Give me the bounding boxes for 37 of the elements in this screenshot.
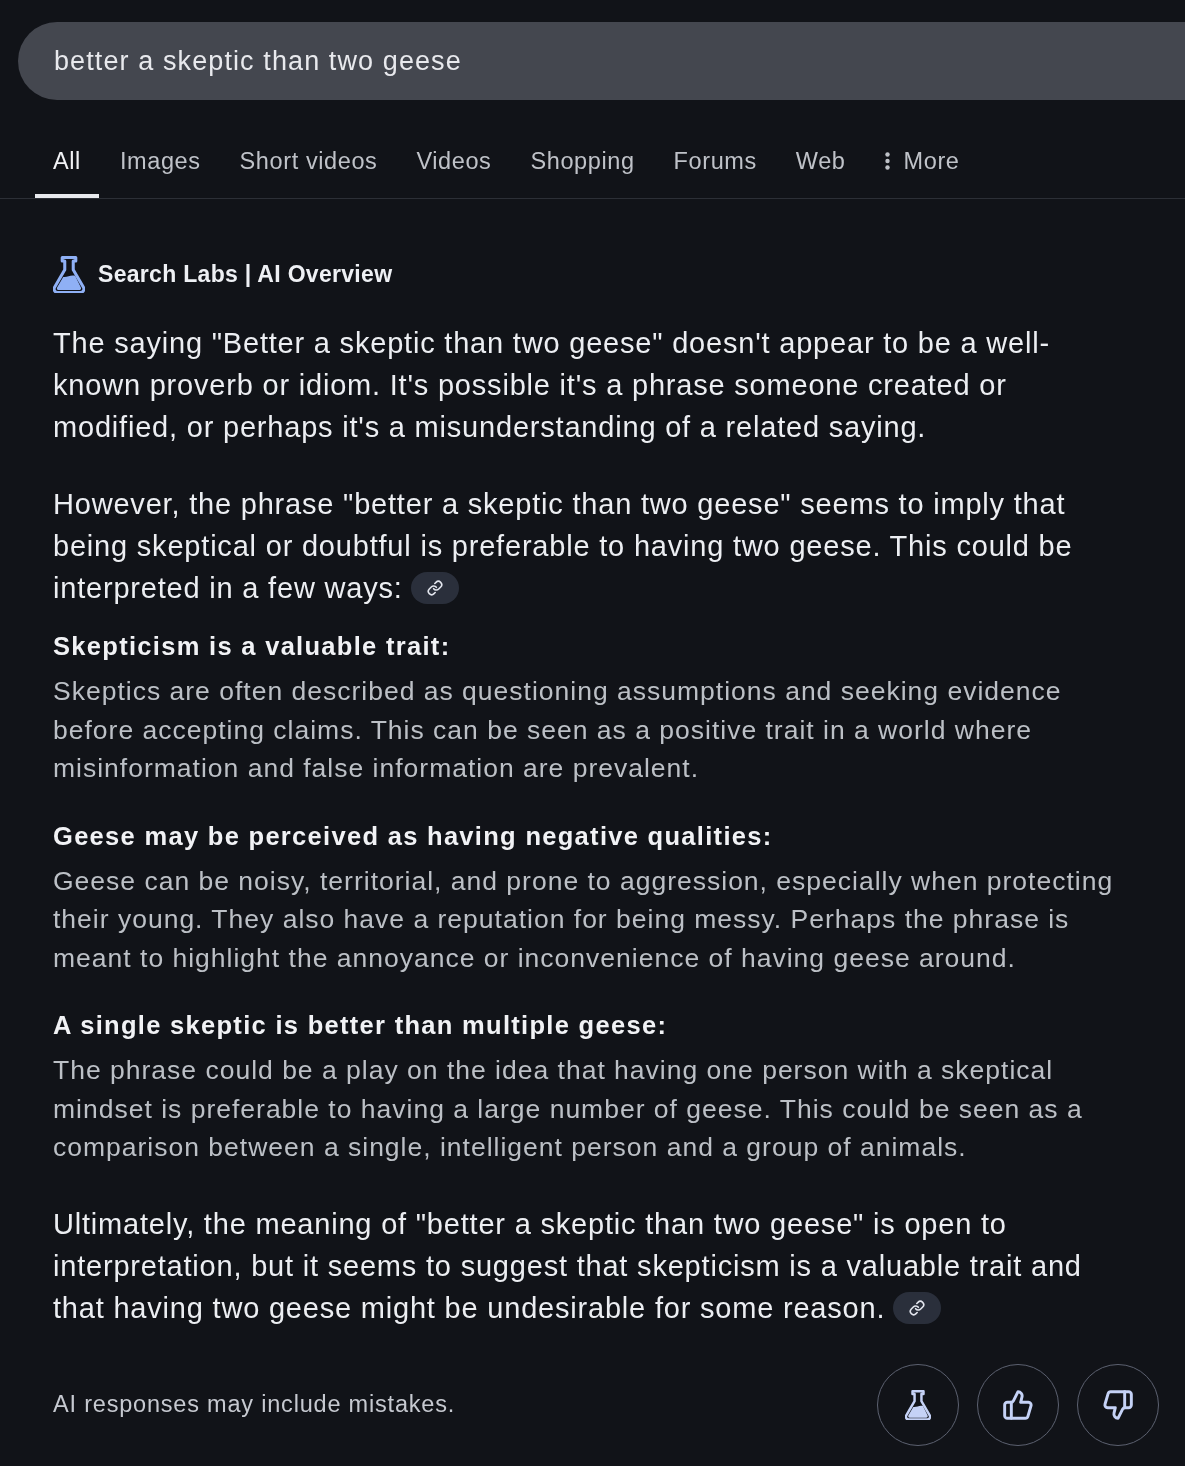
link-icon xyxy=(426,580,443,597)
point-text: The phrase could be a play on the idea that having one person with a skeptical mindset is preferable to having a large number of geese. This could be seen as a comparison between a single, intelligent person and a group of animals. xyxy=(53,1054,1084,1164)
tab-label: All xyxy=(53,147,81,175)
overview-title: Search Labs | AI Overview xyxy=(98,260,393,288)
tab-label: Videos xyxy=(416,147,492,175)
search-tab[interactable]: Videos xyxy=(398,124,510,198)
tab-label: Images xyxy=(119,147,201,175)
search-tab[interactable]: Images xyxy=(101,124,219,198)
tab-label: Forums xyxy=(673,147,757,175)
point-heading: Skepticism is a valuable trait: xyxy=(53,631,452,662)
source-link-button[interactable] xyxy=(410,572,459,605)
thumbs-up-icon xyxy=(1002,1388,1034,1421)
search-tab[interactable]: All xyxy=(35,124,99,198)
point-text: Geese can be noisy, territorial, and prone to aggression, especially when protecting their young. They also have a reputation for being messy. Perhaps the phrase is meant to highlight the annoyance or inconvenience of having geese around. xyxy=(53,864,1115,975)
point-heading: A single skeptic is better than multiple geese: xyxy=(53,1010,669,1041)
point-heading: Geese may be perceived as having negative qualities: xyxy=(53,820,774,852)
overview-paragraph: The saying "Better a skeptic than two geese" doesn't appear to be a well-known proverb or idiom. It's possible it's a phrase someone created or modified, or perhaps it's a misunderstanding of a related saying. xyxy=(53,326,1051,445)
tab-label: More xyxy=(903,147,960,175)
point-text: Skeptics are often described as questioning assumptions and seeking evidence before accepting claims. This can be seen as a positive trait in a world where misinformation and false information are prevalent. xyxy=(53,675,1063,785)
search-field[interactable]: better a skeptic than two geese xyxy=(18,22,1185,100)
search-tab[interactable]: Web xyxy=(777,124,864,198)
search-tab[interactable]: More xyxy=(866,124,978,198)
search-tab[interactable]: Short videos xyxy=(221,124,396,198)
tab-label: Shopping xyxy=(530,147,635,175)
disclaimer-text: AI responses may include mistakes. xyxy=(53,1391,456,1418)
flask-icon xyxy=(905,1389,931,1420)
search-tab[interactable]: Shopping xyxy=(512,124,653,198)
tab-label: Short videos xyxy=(239,147,378,175)
link-icon xyxy=(909,1299,926,1316)
overview-paragraph: However, the phrase "better a skeptic than two geese" seems to imply that being skeptical or doubtful is preferable to having two geese. This could be interpreted in a few ways: xyxy=(53,487,1074,607)
overview-paragraph: Ultimately, the meaning of "better a skeptic than two geese" is open to interpretation, but it seems to suggest that skepticism is a valuable trait and that having two geese might be undesirable for some reason. xyxy=(53,1206,1083,1326)
search-tab[interactable]: Forums xyxy=(655,124,775,198)
source-link-button[interactable] xyxy=(893,1291,942,1324)
more-icon xyxy=(884,152,890,170)
flask-icon xyxy=(53,255,85,293)
tab-label: Web xyxy=(795,147,846,175)
thumbs-down-icon xyxy=(1102,1388,1134,1421)
